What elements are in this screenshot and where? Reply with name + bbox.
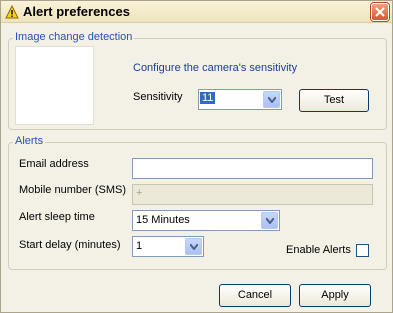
enable-alerts-label: Enable Alerts	[286, 244, 351, 256]
mobile-label: Mobile number (SMS)	[19, 184, 126, 196]
delay-label: Start delay (minutes)	[19, 239, 121, 251]
delay-value: 1	[136, 240, 143, 252]
chevron-down-icon	[190, 244, 198, 250]
warning-icon	[5, 5, 19, 19]
sleep-select[interactable]: 15 Minutes	[132, 210, 280, 231]
test-button[interactable]: Test	[299, 89, 369, 112]
cancel-button[interactable]: Cancel	[219, 284, 291, 307]
sleep-value: 15 Minutes	[136, 214, 190, 226]
delay-select[interactable]: 1	[132, 236, 204, 257]
close-button[interactable]	[371, 3, 389, 21]
dropdown-arrow[interactable]	[263, 91, 280, 108]
mobile-value: +	[136, 187, 143, 199]
camera-preview	[15, 46, 94, 125]
email-label: Email address	[19, 158, 89, 170]
title-bar[interactable]: Alert preferences	[1, 1, 392, 23]
sensitivity-value: 11	[200, 92, 216, 104]
sensitivity-label: Sensitivity	[133, 91, 183, 103]
alert-preferences-dialog: Alert preferences Image change detection…	[0, 0, 393, 313]
dropdown-arrow[interactable]	[261, 212, 278, 229]
sleep-label: Alert sleep time	[19, 211, 95, 223]
group-legend: Alerts	[13, 135, 46, 147]
group-legend: Image change detection	[13, 31, 135, 43]
configure-text: Configure the camera's sensitivity	[133, 62, 298, 74]
apply-button[interactable]: Apply	[299, 284, 371, 307]
chevron-down-icon	[266, 218, 274, 224]
email-input[interactable]	[133, 159, 372, 178]
dropdown-arrow[interactable]	[185, 238, 202, 255]
close-icon	[375, 7, 385, 17]
window-title: Alert preferences	[23, 4, 130, 19]
chevron-down-icon	[268, 97, 276, 103]
enable-alerts-checkbox[interactable]	[356, 244, 369, 257]
mobile-field[interactable]: +	[132, 184, 373, 205]
sensitivity-select[interactable]: 11	[198, 89, 282, 110]
email-field[interactable]	[132, 158, 373, 179]
